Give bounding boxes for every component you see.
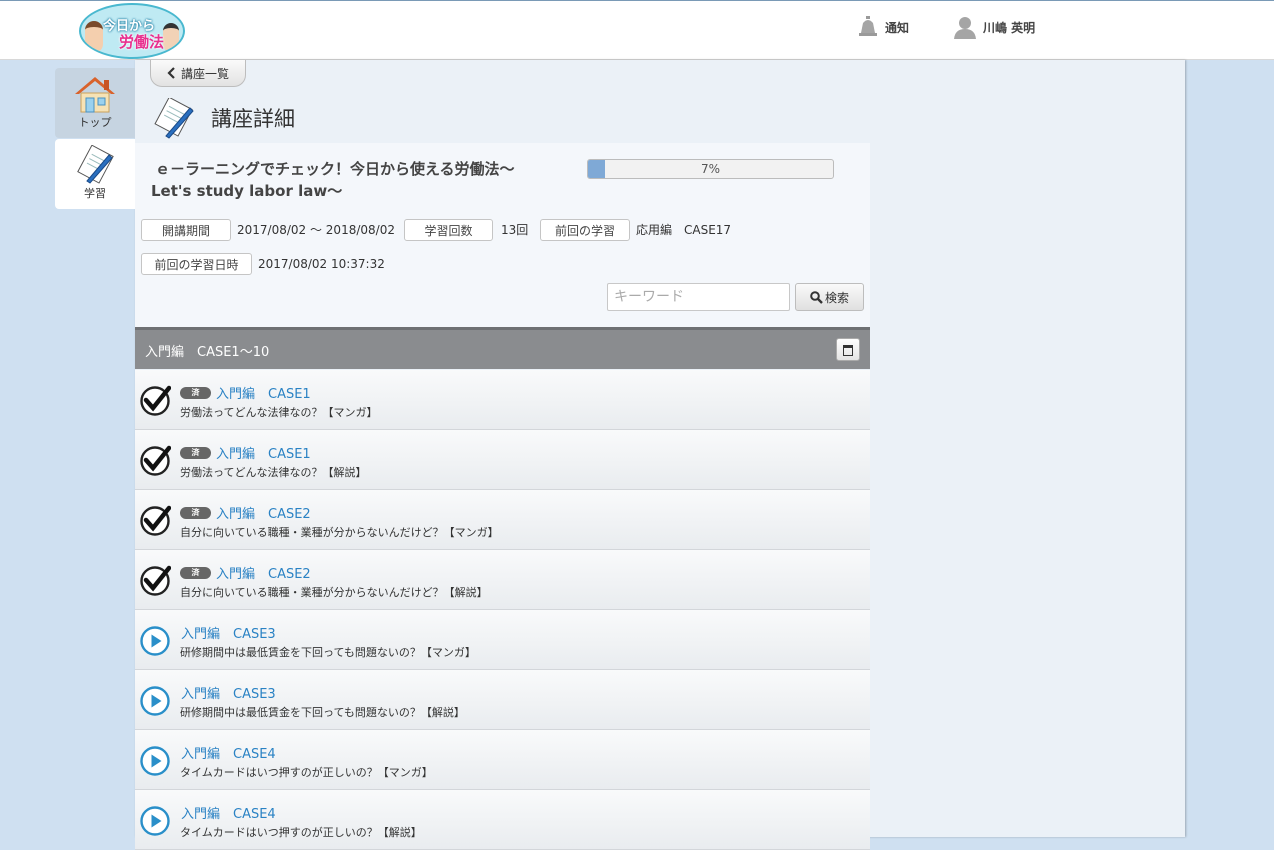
search-button-label: 検索: [824, 290, 849, 305]
study-count-label: 学習回数: [404, 219, 493, 241]
lesson-subtitle: タイムカードはいつ押すのが正しいの？【解説】: [180, 826, 422, 839]
keyword-search-input[interactable]: [607, 283, 790, 311]
completed-badge: 済: [180, 507, 211, 519]
logo-character-right: [163, 23, 179, 52]
check-circle-icon: [140, 445, 171, 476]
section-collapse-button[interactable]: [836, 338, 860, 361]
user-name: 川嶋 英明: [983, 20, 1036, 35]
logo-character-left: [85, 21, 103, 53]
progress-label: 7%: [700, 162, 721, 176]
lesson-row[interactable]: 済入門編 CASE1 労働法ってどんな法律なの？【解説】: [135, 430, 870, 490]
course-title: ｅ－ラーニングでチェック！今日から使える労働法～ Let's study lab…: [151, 158, 515, 202]
notebook-pen-icon: [77, 145, 114, 184]
play-circle-icon[interactable]: [139, 625, 171, 657]
lesson-title-link[interactable]: 入門編 CASE1: [216, 383, 311, 402]
completed-badge: 済: [180, 447, 211, 459]
site-logo[interactable]: 今日から 労働法: [79, 3, 185, 59]
lesson-row[interactable]: 済入門編 CASE2 自分に向いている職種・業種が分からないんだけど？【マンガ】: [135, 490, 870, 550]
side-nav: トップ 学習: [55, 68, 135, 209]
period-value: 2017/08/02 ～ 2018/08/02: [237, 223, 395, 237]
lesson-subtitle: 労働法ってどんな法律なの？【マンガ】: [180, 406, 378, 419]
side-nav-top-label: トップ: [78, 116, 112, 129]
study-count-value: 13回: [501, 223, 529, 237]
last-study-date-label: 前回の学習日時: [141, 253, 252, 275]
back-to-course-list-button[interactable]: 講座一覧: [150, 60, 246, 87]
lesson-subtitle: 労働法ってどんな法律なの？【解説】: [180, 466, 367, 479]
lesson-row[interactable]: 済入門編 CASE1 労働法ってどんな法律なの？【マンガ】: [135, 370, 870, 430]
top-header: 今日から 労働法 通知 川嶋 英明: [0, 0, 1274, 60]
play-circle-icon[interactable]: [139, 745, 171, 777]
check-circle-icon: [140, 385, 171, 416]
lesson-row[interactable]: 入門編 CASE3 研修期間中は最低賃金を下回っても問題ないの？【マンガ】: [135, 610, 870, 670]
course-title-line2: Let's study labor law～: [151, 182, 343, 200]
section-title: 入門編 CASE1～10: [145, 345, 270, 360]
side-nav-study-label: 学習: [84, 187, 106, 200]
last-study-date-value: 2017/08/02 10:37:32: [258, 257, 385, 271]
lesson-subtitle: 自分に向いている職種・業種が分からないんだけど？【マンガ】: [180, 526, 499, 539]
search-icon: [810, 290, 823, 304]
lesson-title-link[interactable]: 入門編 CASE2: [216, 563, 311, 582]
section-header: 入門編 CASE1～10: [135, 327, 870, 369]
search-button[interactable]: 検索: [795, 283, 864, 311]
completed-badge: 済: [180, 567, 211, 579]
lesson-title-link[interactable]: 入門編 CASE3: [181, 683, 276, 702]
notification-label: 通知: [885, 20, 910, 35]
lesson-row[interactable]: 済入門編 CASE2 自分に向いている職種・業種が分からないんだけど？【解説】: [135, 550, 870, 610]
period-label: 開講期間: [141, 219, 231, 241]
course-progress-bar: 7%: [587, 159, 834, 179]
chevron-left-icon: [167, 67, 175, 79]
lesson-title-link[interactable]: 入門編 CASE4: [181, 803, 276, 822]
lesson-subtitle: タイムカードはいつ押すのが正しいの？【マンガ】: [180, 766, 433, 779]
play-circle-icon[interactable]: [139, 805, 171, 837]
lesson-row[interactable]: 入門編 CASE3 研修期間中は最低賃金を下回っても問題ないの？【解説】: [135, 670, 870, 730]
side-nav-study[interactable]: 学習: [55, 139, 135, 209]
lesson-row[interactable]: 入門編 CASE4 タイムカードはいつ押すのが正しいの？【解説】: [135, 790, 870, 850]
lesson-subtitle: 研修期間中は最低賃金を下回っても問題ないの？【解説】: [180, 706, 465, 719]
back-button-label: 講座一覧: [180, 66, 229, 81]
check-circle-icon: [140, 505, 171, 536]
last-study-value: 応用編 CASE17: [636, 223, 732, 237]
page-title: 講座詳細: [211, 107, 295, 131]
user-menu[interactable]: 川嶋 英明: [953, 15, 1035, 39]
user-icon: [954, 17, 976, 39]
home-icon: [75, 77, 115, 113]
side-nav-top[interactable]: トップ: [55, 68, 135, 138]
last-study-label: 前回の学習: [540, 219, 630, 241]
notification-link[interactable]: 通知: [857, 15, 909, 39]
check-circle-icon: [140, 565, 171, 596]
lesson-title-link[interactable]: 入門編 CASE4: [181, 743, 276, 762]
bell-icon: [859, 16, 877, 36]
notebook-pen-icon: [154, 98, 194, 139]
lesson-list: 済入門編 CASE1 労働法ってどんな法律なの？【マンガ】済入門編 CASE1 労働…: [135, 370, 870, 850]
lesson-title-link[interactable]: 入門編 CASE2: [216, 503, 311, 522]
logo-main-text: 労働法: [119, 33, 165, 51]
lesson-subtitle: 研修期間中は最低賃金を下回っても問題ないの？【マンガ】: [180, 646, 476, 659]
lesson-title-link[interactable]: 入門編 CASE3: [181, 623, 276, 642]
lesson-title-link[interactable]: 入門編 CASE1: [216, 443, 311, 462]
lesson-row[interactable]: 入門編 CASE4 タイムカードはいつ押すのが正しいの？【マンガ】: [135, 730, 870, 790]
lesson-subtitle: 自分に向いている職種・業種が分からないんだけど？【解説】: [180, 586, 488, 599]
course-title-line1: ｅ－ラーニングでチェック！今日から使える労働法～: [155, 160, 515, 178]
completed-badge: 済: [180, 387, 211, 399]
play-circle-icon[interactable]: [139, 685, 171, 717]
